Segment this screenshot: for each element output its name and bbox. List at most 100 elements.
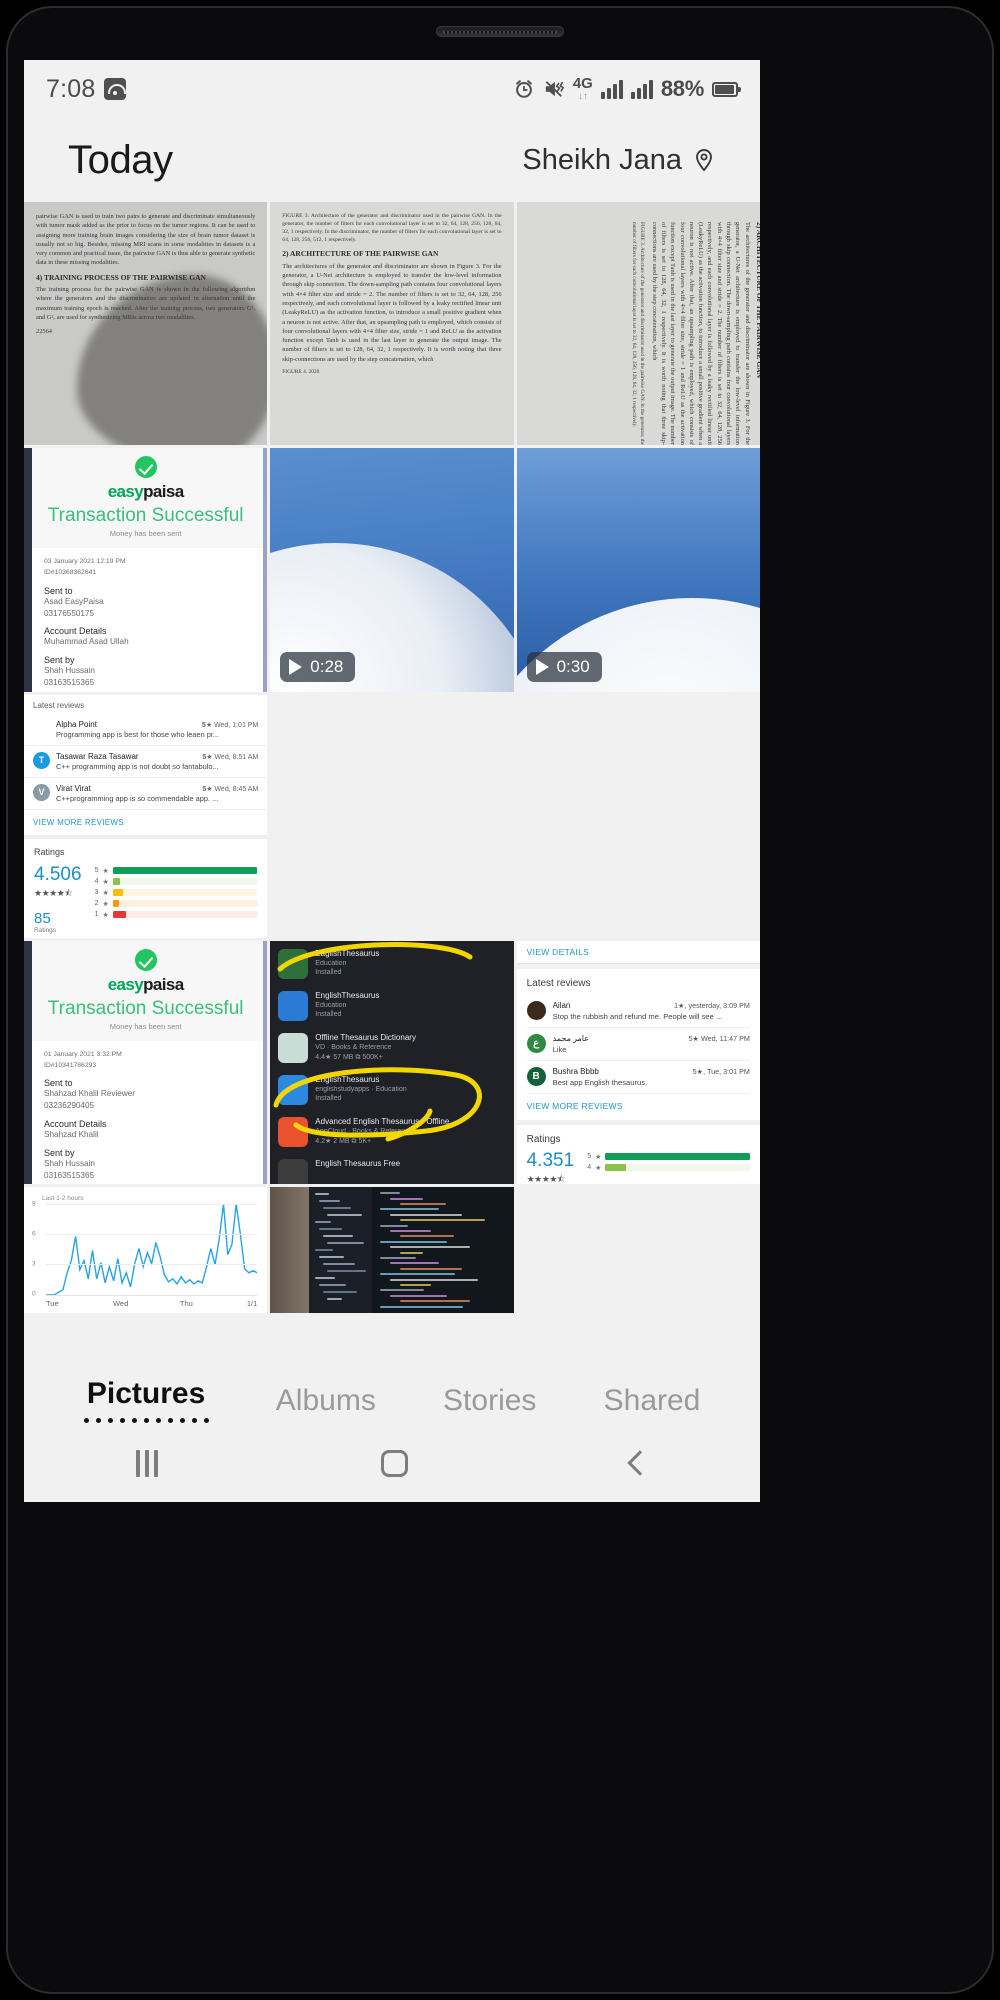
battery-percent: 88%	[660, 76, 704, 101]
brand-easy: easy	[107, 482, 144, 502]
code-editor-photo	[270, 1187, 514, 1314]
review-top: Alpha Point 5★ Wed, 1:01 PM	[56, 720, 258, 729]
receipt-datetime-2: 01 January 2021 3:32 PM	[44, 1050, 122, 1058]
receipt-account-label: Account Details	[44, 626, 107, 637]
app-text: Advanced English Thesaurus - Offline App…	[315, 1117, 505, 1147]
ratings-bar-1: 1 ★	[92, 911, 258, 919]
review-date: Wed, 8:45 AM	[214, 785, 259, 793]
home-icon[interactable]	[380, 1449, 408, 1477]
review-content: Ailan 1★, yesterday, 3:09 PM Stop the ru…	[553, 1001, 750, 1021]
review-author: Virat Virat	[56, 783, 91, 793]
receipt-sentby-phone-2: 03163515365	[44, 1170, 95, 1180]
app-sub: Education	[315, 959, 347, 967]
view-details-link[interactable]: VIEW DETAILS	[527, 947, 750, 957]
signal-bars-icon	[600, 79, 623, 99]
review-top: عامر محمد 5★ Wed, 11:47 PM	[553, 1034, 750, 1043]
receipt-sentby-phone: 03163515365	[44, 678, 95, 688]
video-duration-1: 0:28	[310, 656, 344, 676]
gallery-row-3: Latest reviews Alpha Point 5★ Wed, 1:01 …	[24, 694, 760, 938]
avatar	[526, 1000, 546, 1020]
sky-video-thumb-1: 0:28	[270, 448, 514, 692]
doc2-section: 2) ARCHITECTURE OF THE PAIRWISE GAN	[282, 249, 439, 259]
ratings-stars: ★★★★⯪	[34, 887, 73, 898]
gallery-item-video-2[interactable]: 0:30	[516, 448, 760, 692]
battery-charging-icon	[712, 81, 741, 97]
gallery-item-receipt-2[interactable]: easypaisa Transaction Successful Money h…	[24, 940, 268, 1185]
location-pin-icon[interactable]	[692, 148, 716, 172]
recents-icon[interactable]	[135, 1449, 158, 1477]
bottom-tab-bar: Pictures Albums Stories Shared	[24, 1377, 760, 1424]
gallery-item-document-1[interactable]: pairwise GAN is used to train two pairs …	[24, 202, 268, 446]
review-top: Ailan 1★, yesterday, 3:09 PM	[553, 1001, 750, 1010]
review-meta: 5★, Tue, 3:01 PM	[692, 1066, 750, 1076]
latest-reviews-screenshot: VIEW DETAILS Latest reviews Ailan 1★, ye…	[516, 940, 760, 1185]
app-meta: 4.2★ 2 MB ⧉ 5K+	[315, 1137, 372, 1145]
playstore-app-row: English Thesaurus Free	[270, 1153, 513, 1185]
review-text: Programming app is best for those who le…	[56, 729, 220, 739]
review-rating: 5★	[692, 1066, 704, 1076]
gallery-item-document-3[interactable]: 2) ARCHITECTURE OF THE PAIRWISE GAN The …	[516, 202, 760, 446]
review-date: Wed, 11:47 PM	[701, 1033, 750, 1043]
gallery-item-playstore[interactable]: EaglishThesaurus Education Installed Eng…	[270, 940, 514, 1185]
review-rating: 5	[202, 753, 207, 761]
app-installed: Installed	[315, 968, 342, 976]
account-chip[interactable]: Sheikh Jana	[522, 144, 716, 177]
chart-plot-area: 9 6 3 0	[32, 1201, 257, 1298]
tab-shared[interactable]: Shared	[604, 1384, 701, 1418]
gallery-item-code-photo[interactable]	[270, 1187, 514, 1314]
ratings-score: 4.506	[34, 863, 82, 885]
app-icon	[278, 948, 309, 979]
ratings-section: Ratings 4.506 ★★★★⯪ 85 Ratings 5 ★ 4 ★ 3…	[24, 834, 268, 938]
gallery-item-latest-reviews[interactable]: VIEW DETAILS Latest reviews Ailan 1★, ye…	[516, 940, 760, 1185]
gallery-item-chart[interactable]: Last 1-2 hours 9 6 3 0 Tue Wed Thu 1/1	[24, 1187, 268, 1314]
avatar: V	[33, 783, 50, 801]
chart-xtick-thu: Thu	[179, 1299, 193, 1309]
gallery-item-receipt-1[interactable]: easypaisa Transaction Successful Money h…	[24, 448, 268, 692]
receipt-account-label-2: Account Details	[44, 1119, 107, 1130]
tab-stories[interactable]: Stories	[443, 1384, 536, 1418]
code-pane	[372, 1187, 514, 1314]
gallery-item-reviews-card[interactable]: Latest reviews Alpha Point 5★ Wed, 1:01 …	[24, 694, 268, 938]
alarm-icon	[515, 80, 532, 98]
document-scan-1: pairwise GAN is used to train two pairs …	[24, 202, 268, 446]
doc3-body: The architectures of the generator and d…	[650, 222, 751, 445]
receipt-subtitle: Money has been sent	[109, 529, 182, 539]
receipt-account-name-2: Shahzad Khalil	[44, 1130, 99, 1140]
brand-paisa-2: paisa	[143, 974, 184, 994]
review-content: Bushra Bbbb 5★, Tue, 3:01 PM Best app En…	[553, 1067, 750, 1087]
gallery-item-video-1[interactable]: 0:28	[270, 448, 514, 692]
app-name: Advanced English Thesaurus - Offline	[315, 1116, 450, 1126]
tab-pictures[interactable]: Pictures	[83, 1377, 209, 1424]
back-icon[interactable]	[626, 1450, 653, 1476]
playstore-app-row: EnglishThesaurus englishstudyapps · Educ…	[270, 1069, 513, 1111]
review-meta: 5★ Wed, 8:45 AM	[202, 785, 259, 793]
ratings-bar-2: 2 ★	[92, 900, 258, 908]
chart-caption: Last 1-2 hours	[42, 1195, 84, 1203]
app-name: Offline Thesaurus Dictionary	[315, 1032, 416, 1042]
ratings-score-col-right: 4.351 ★★★★⯪	[527, 1151, 575, 1184]
receipt-body: 03 January 2021 12:19 PM ID#10368362641 …	[24, 548, 267, 691]
gallery-row-2: easypaisa Transaction Successful Money h…	[24, 448, 760, 692]
receipt-sentto-phone-2: 03236290405	[44, 1101, 95, 1111]
review-top: Virat Virat 5★ Wed, 8:45 AM	[56, 784, 258, 793]
latest-reviews-title: Latest reviews	[526, 977, 591, 989]
tab-albums[interactable]: Albums	[276, 1384, 376, 1418]
review-text: C++programming app is so commendable app…	[56, 793, 219, 803]
wall-background	[270, 1187, 310, 1314]
earpiece-speaker	[436, 26, 564, 37]
review-date: Wed, 1:01 PM	[214, 721, 259, 729]
status-bar-right: 4G ↓↑ 88%	[513, 76, 741, 102]
ratings-histogram-right: 5 ★ 4 ★	[584, 1151, 750, 1184]
app-icon	[278, 1032, 309, 1063]
document-scan-3: 2) ARCHITECTURE OF THE PAIRWISE GAN The …	[516, 202, 760, 446]
ratings-title-right: Ratings	[526, 1133, 561, 1145]
review-text: C++ programming app is not doubt so fant…	[56, 761, 219, 771]
view-more-reviews-link-2[interactable]: VIEW MORE REVIEWS	[527, 1094, 750, 1118]
easypaisa-logo-2: easypaisa	[24, 975, 267, 995]
chart-xtick-wed: Wed	[112, 1299, 129, 1309]
view-more-reviews-link[interactable]: VIEW MORE REVIEWS	[24, 810, 267, 835]
ratings-bar-5-right: 5 ★	[584, 1153, 750, 1161]
review-author: Tasawar Raza Tasawar	[56, 751, 139, 761]
gallery-item-document-2[interactable]: FIGURE 3. Architecture of the generator …	[270, 202, 514, 446]
playstore-app-row: EaglishThesaurus Education Installed	[270, 943, 513, 985]
